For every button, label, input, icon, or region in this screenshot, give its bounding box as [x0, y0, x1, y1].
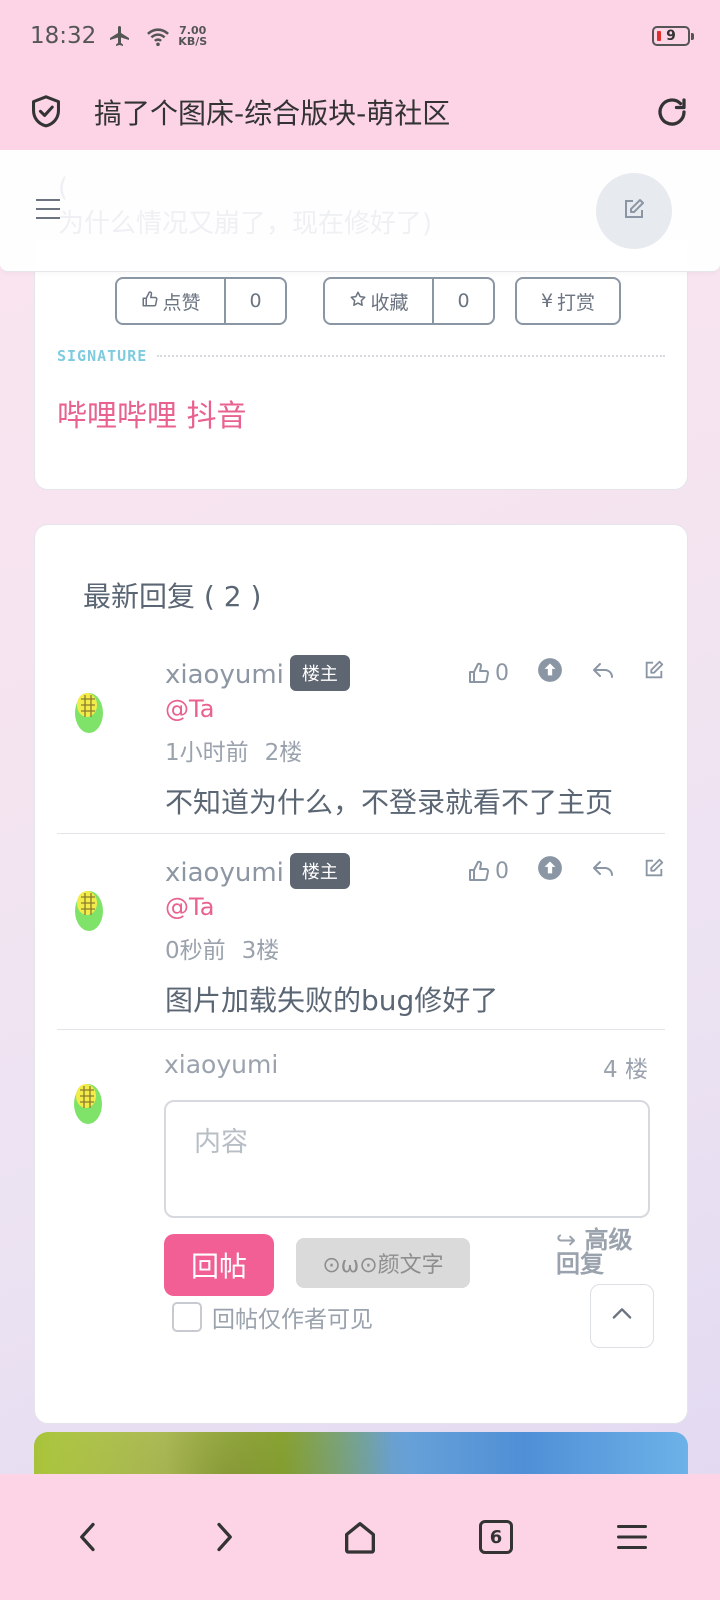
like-button-group: 点赞 0: [115, 277, 287, 325]
favorite-button[interactable]: 收藏: [325, 279, 432, 323]
author-name[interactable]: xiaoyumi: [165, 858, 284, 888]
edit-icon[interactable]: [643, 857, 665, 885]
reply-meta: 1小时前 2楼: [165, 733, 302, 767]
speed-unit: KB/S: [178, 35, 208, 48]
like-button[interactable]: 点赞: [117, 279, 224, 323]
status-time: 18:32: [30, 23, 97, 49]
tip-button-group: ¥ 打赏: [515, 277, 621, 325]
tip-button[interactable]: ¥ 打赏: [517, 279, 619, 323]
page-title[interactable]: 搞了个图床-综合版块-萌社区: [94, 92, 450, 132]
reply-content: 图片加载失败的bug修好了: [165, 984, 499, 1017]
star-icon: [349, 290, 367, 313]
site-header: ( 为什么情况又崩了，现在修好了): [0, 150, 720, 272]
compose-button[interactable]: [596, 173, 672, 249]
reply-arrow-icon[interactable]: [591, 856, 615, 886]
reply-tools: 0: [467, 657, 665, 689]
shield-check-icon[interactable]: [28, 94, 64, 130]
thumbs-up-icon: [141, 290, 159, 313]
signature-label: SIGNATURE: [57, 347, 148, 365]
hamburger-menu-icon[interactable]: [36, 196, 62, 222]
reply-content-input[interactable]: [164, 1100, 650, 1218]
home-icon[interactable]: [330, 1507, 390, 1567]
reply-tools: 0: [467, 855, 665, 887]
reply-like-count: 0: [495, 660, 509, 686]
airplane-icon: [106, 24, 134, 48]
reply-like-count: 0: [495, 858, 509, 884]
back-to-top-button[interactable]: [590, 1284, 654, 1348]
favorite-count: 0: [432, 279, 493, 323]
mention-link[interactable]: @Ta: [165, 893, 214, 921]
author-name[interactable]: xiaoyumi: [165, 660, 284, 690]
reply-author[interactable]: xiaoyumi 楼主: [165, 853, 350, 889]
tabs-button[interactable]: 6: [466, 1507, 526, 1567]
edit-icon: [622, 197, 646, 225]
avatar: [68, 1076, 108, 1126]
edit-icon[interactable]: [643, 659, 665, 687]
reply-author[interactable]: xiaoyumi 楼主: [165, 655, 350, 691]
op-badge: 楼主: [289, 853, 350, 889]
reply-like-button[interactable]: 0: [467, 661, 509, 686]
battery-level: 9: [666, 28, 676, 44]
replies-count: ( 2 ): [203, 580, 262, 613]
reply-floor: 2楼: [264, 740, 303, 766]
dotted-line: [157, 355, 665, 357]
browser-bottom-nav: 6: [0, 1474, 720, 1600]
ghost-line-1: (: [58, 173, 69, 203]
reply-divider: [57, 833, 665, 834]
advanced-line-2: 回复: [556, 1250, 604, 1278]
post-card: 点赞 0 收藏 0 ¥ 打赏 SIGNATURE 哔哩哔哩 抖音: [34, 240, 688, 490]
replies-title: 最新回复 ( 2 ): [83, 575, 261, 615]
tip-label: 打赏: [557, 291, 596, 314]
forward-chevron-icon[interactable]: [194, 1507, 254, 1567]
ghost-line-2: 为什么情况又崩了，现在修好了): [58, 209, 433, 239]
signature-text[interactable]: 哔哩哔哩 抖音: [57, 391, 247, 435]
reply-time: 1小时前: [165, 740, 249, 766]
submit-reply-button[interactable]: 回帖: [164, 1234, 274, 1296]
like-label: 点赞: [162, 291, 201, 314]
author-only-option[interactable]: 回帖仅作者可见: [172, 1300, 373, 1334]
reply-time: 0秒前: [165, 938, 226, 964]
header-ghost-text: ( 为什么情况又崩了，现在修好了): [58, 170, 432, 242]
like-count: 0: [224, 279, 285, 323]
op-badge: 楼主: [289, 655, 350, 691]
advanced-reply-link[interactable]: ↪ 高级 回复: [556, 1228, 652, 1276]
author-only-label[interactable]: 回帖仅作者可见: [212, 1300, 373, 1334]
status-bar: 18:32 7.00 KB/S 9: [0, 0, 720, 72]
reply-content: 不知道为什么，不登录就看不了主页: [165, 786, 614, 819]
avatar[interactable]: [69, 883, 109, 933]
arrow-up-circle-icon[interactable]: [537, 855, 563, 887]
composer-author: xiaoyumi: [164, 1050, 279, 1079]
reply-arrow-icon[interactable]: [591, 658, 615, 688]
mention-link[interactable]: @Ta: [165, 695, 214, 723]
replies-title-text: 最新回复: [83, 580, 196, 613]
reply-like-button[interactable]: 0: [467, 859, 509, 884]
arrow-up-circle-icon[interactable]: [537, 657, 563, 689]
chevron-up-icon: [608, 1300, 636, 1332]
yen-icon: ¥: [540, 290, 554, 312]
reply-meta: 0秒前 3楼: [165, 931, 279, 965]
reply-floor: 3楼: [241, 938, 280, 964]
reply-divider: [57, 1029, 665, 1030]
avatar[interactable]: [69, 685, 109, 735]
wifi-icon: [144, 24, 172, 48]
back-chevron-icon[interactable]: [58, 1507, 118, 1567]
kaomoji-button[interactable]: ⊙ω⊙颜文字: [296, 1238, 470, 1288]
tab-count: 6: [479, 1520, 513, 1554]
author-only-checkbox[interactable]: [172, 1302, 202, 1332]
favorite-label: 收藏: [370, 291, 409, 314]
thumbs-up-icon: [469, 662, 489, 683]
battery-icon: 9: [652, 26, 694, 46]
reload-icon[interactable]: [652, 92, 692, 132]
signature-divider: SIGNATURE: [57, 347, 665, 365]
browser-address-bar: 搞了个图床-综合版块-萌社区: [0, 72, 720, 152]
thumbs-up-icon: [469, 860, 489, 881]
network-speed: 7.00 KB/S: [178, 25, 207, 47]
menu-icon[interactable]: [602, 1507, 662, 1567]
favorite-button-group: 收藏 0: [323, 277, 495, 325]
composer-floor: 4 楼: [603, 1057, 648, 1083]
